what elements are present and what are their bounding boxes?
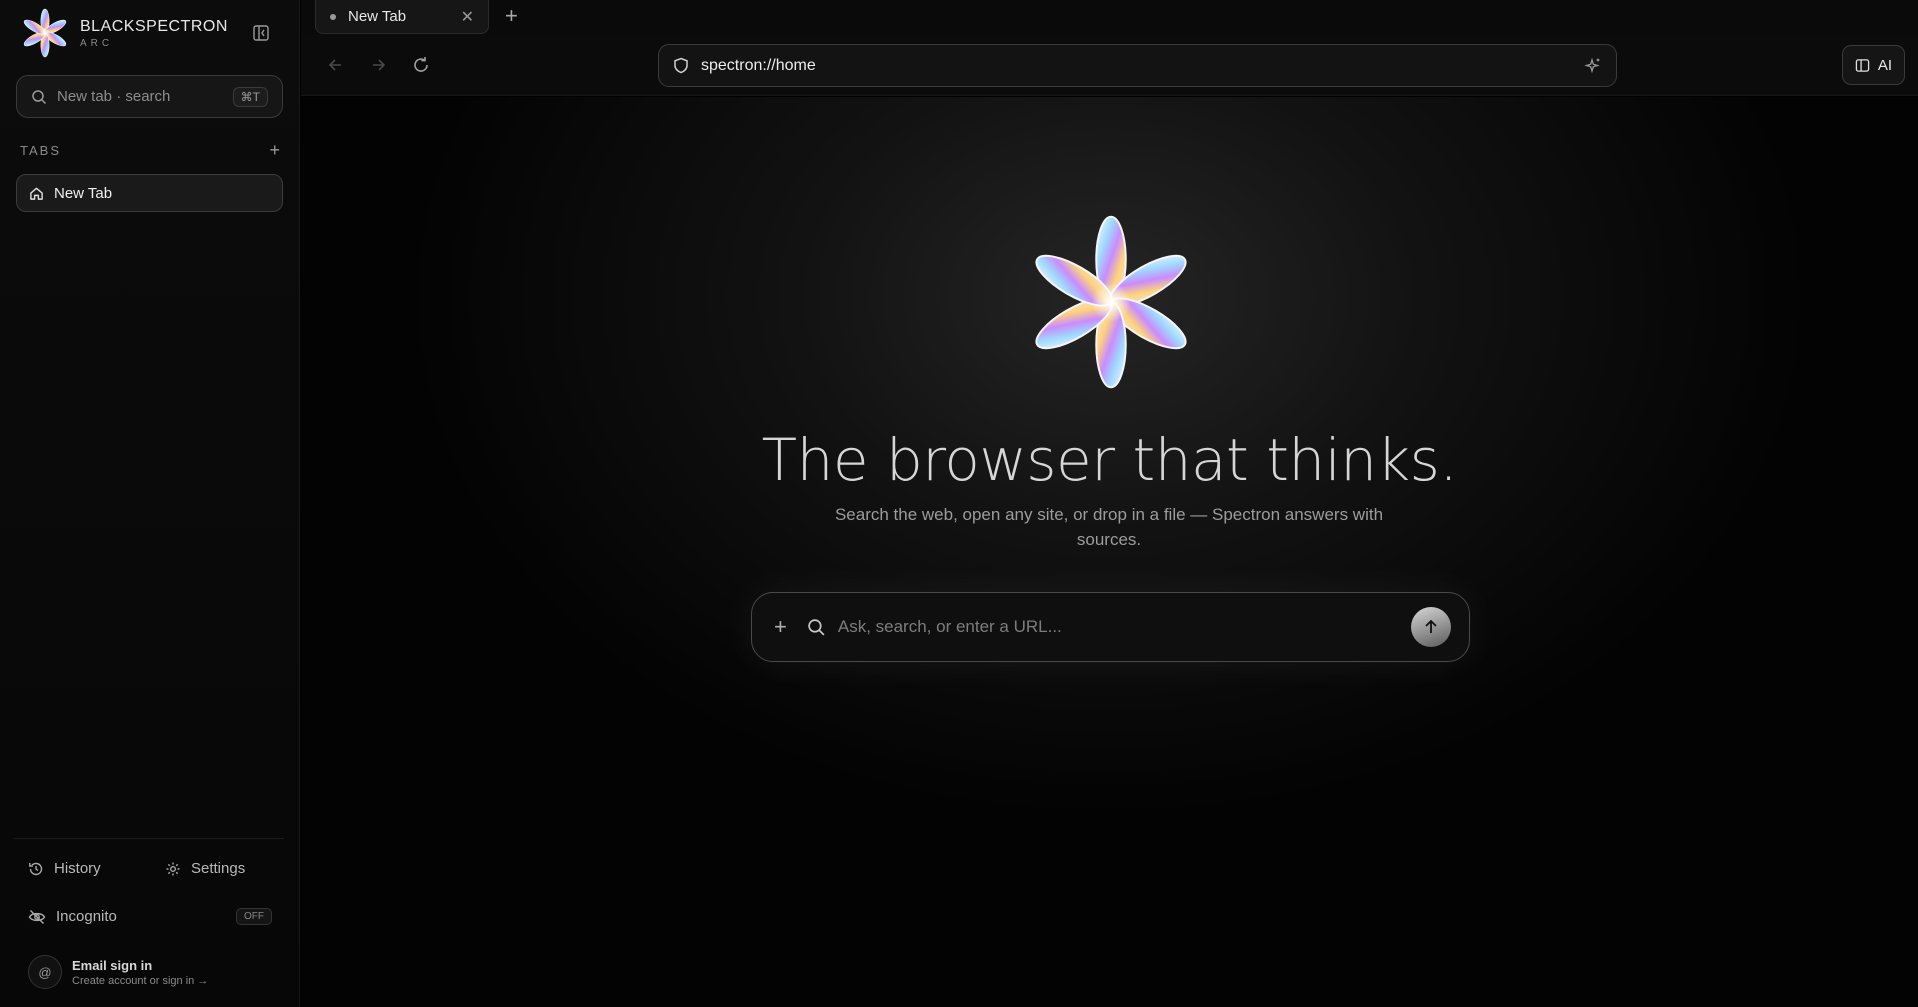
brand: BLACKSPECTRON ARC xyxy=(22,8,228,58)
settings-label: Settings xyxy=(191,860,246,877)
close-icon[interactable]: ✕ xyxy=(461,7,474,27)
email-sign-in[interactable]: @ Email sign in Create account or sign i… xyxy=(28,955,208,989)
spectron-logo-icon xyxy=(22,8,68,58)
tab-strip: New Tab ✕ + xyxy=(301,0,1918,34)
settings-button[interactable]: Settings xyxy=(165,860,245,877)
tabs-section-label: TABS xyxy=(20,143,61,158)
eye-off-icon xyxy=(28,909,46,924)
ask-search-bar[interactable]: + Ask, search, or enter a URL... xyxy=(751,592,1470,662)
account-subtitle: Create account or sign in → xyxy=(72,974,209,987)
tab-indicator-dot xyxy=(330,13,336,20)
hero-headline: The browser that thinks. xyxy=(761,426,1458,494)
new-tab-page: The browser that thinks. Search the web,… xyxy=(301,97,1918,1007)
brand-name: BLACKSPECTRON xyxy=(80,17,228,35)
account-title: Email sign in xyxy=(72,957,153,973)
ai-panel-button[interactable]: AI xyxy=(1842,45,1905,85)
sidebar-tab-label: New Tab xyxy=(54,184,113,202)
sparkle-icon[interactable] xyxy=(1584,57,1602,75)
gear-icon xyxy=(166,862,180,875)
submit-button[interactable] xyxy=(1411,607,1451,647)
collapse-sidebar-icon[interactable] xyxy=(252,24,270,42)
reload-icon[interactable] xyxy=(411,55,431,75)
back-arrow-icon[interactable] xyxy=(326,55,346,75)
side-panel-icon xyxy=(1855,58,1870,72)
sidebar-tab-new-tab[interactable]: New Tab xyxy=(16,174,283,212)
address-bar[interactable]: spectron://home xyxy=(658,44,1617,87)
search-icon xyxy=(808,618,825,635)
sidebar: BLACKSPECTRON ARC New tab · search ⌘T TA… xyxy=(0,0,300,1007)
avatar: @ xyxy=(28,955,62,989)
forward-arrow-icon[interactable] xyxy=(368,55,388,75)
ask-input[interactable]: Ask, search, or enter a URL... xyxy=(838,617,1411,637)
sidebar-search[interactable]: New tab · search ⌘T xyxy=(16,75,283,118)
incognito-status-badge[interactable]: OFF xyxy=(236,908,272,925)
brand-subtitle: ARC xyxy=(80,37,114,49)
home-icon xyxy=(30,187,43,200)
history-icon xyxy=(29,862,43,875)
shield-icon xyxy=(674,57,688,74)
url-text: spectron://home xyxy=(701,56,816,74)
sidebar-search-placeholder: New tab · search xyxy=(57,88,171,105)
ai-label: AI xyxy=(1877,56,1893,74)
attach-plus-icon[interactable]: + xyxy=(774,614,787,640)
history-label: History xyxy=(54,860,101,877)
spectron-star-icon xyxy=(1029,215,1193,389)
tab-label: New Tab xyxy=(348,8,407,25)
new-tab-button[interactable]: + xyxy=(505,3,518,29)
arrow-up-icon xyxy=(1425,619,1437,633)
history-button[interactable]: History xyxy=(28,860,101,877)
tab-new-tab[interactable]: New Tab ✕ xyxy=(315,0,489,34)
incognito-toggle[interactable]: Incognito xyxy=(28,908,117,925)
search-icon xyxy=(32,89,47,104)
hero-subline: Search the web, open any site, or drop i… xyxy=(834,505,1384,549)
shortcut-badge: ⌘T xyxy=(232,86,268,107)
add-tab-icon[interactable]: + xyxy=(269,140,280,161)
toolbar: spectron://home AI xyxy=(301,34,1918,96)
incognito-label: Incognito xyxy=(56,908,117,925)
divider xyxy=(14,838,284,839)
